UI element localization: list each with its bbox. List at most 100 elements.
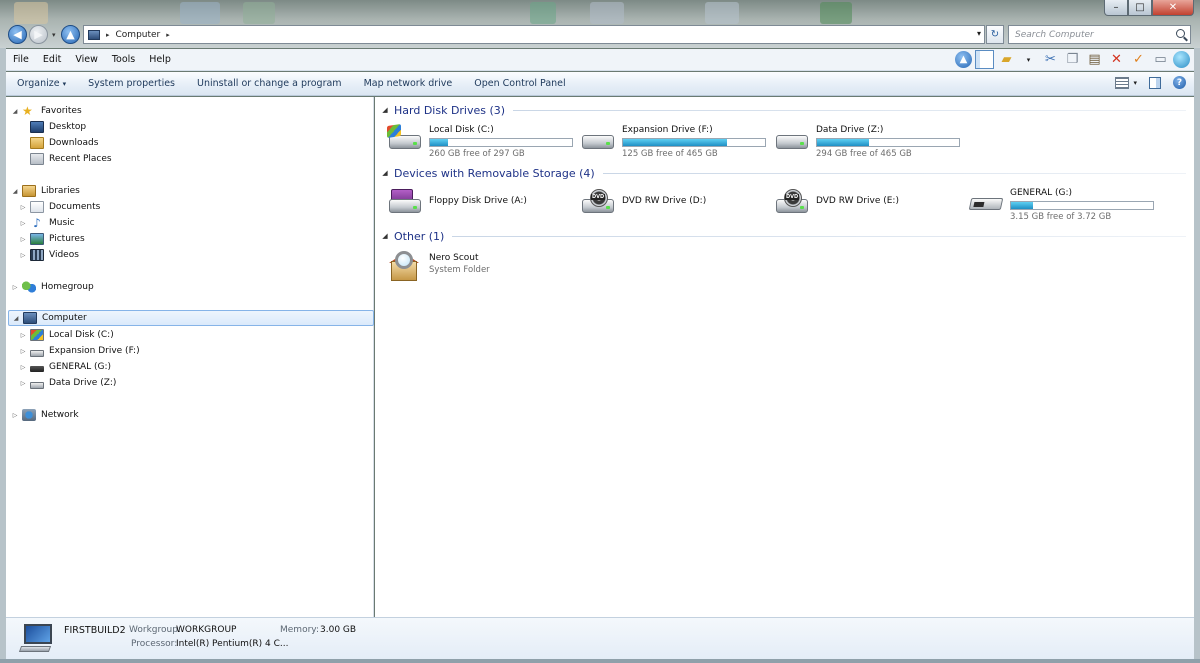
search-input[interactable]: Search Computer (1008, 25, 1191, 44)
menu-file[interactable]: File (6, 54, 36, 65)
collapse-icon[interactable]: ◢ (381, 106, 389, 114)
nav-favorites[interactable]: ◢ ★ Favorites (11, 103, 82, 119)
drive-tile-dvd-d[interactable]: DVD DVD RW Drive (D:) (574, 185, 764, 221)
documents-icon (30, 201, 44, 213)
nav-desktop[interactable]: Desktop (30, 119, 86, 135)
drive-tile-data-drive-z[interactable]: Data Drive (Z:) 294 GB free of 465 GB (768, 121, 960, 159)
collapse-icon[interactable]: ◢ (381, 169, 389, 177)
forward-button[interactable]: ▶ (29, 25, 48, 44)
nav-expansion-drive-f[interactable]: ▷ Expansion Drive (F:) (19, 343, 140, 359)
globe-icon[interactable] (1173, 51, 1190, 68)
floppy-drive-icon (387, 189, 421, 217)
collapse-icon[interactable]: ▷ (19, 332, 27, 339)
drive-tile-floppy-a[interactable]: Floppy Disk Drive (A:) (381, 185, 571, 221)
videos-icon (30, 249, 44, 261)
help-icon[interactable]: ? (1173, 76, 1186, 89)
computer-icon (88, 29, 100, 40)
breadcrumb-separator[interactable]: ▸ (106, 31, 110, 39)
paste-icon[interactable]: ▤ (1085, 50, 1104, 69)
copy-icon[interactable]: ❐ (1063, 50, 1082, 69)
folder-options-icon[interactable]: ▰ (997, 50, 1016, 69)
nav-network[interactable]: ▷ Network (11, 407, 79, 423)
minimize-button[interactable]: – (1104, 0, 1128, 16)
nav-label: Data Drive (Z:) (49, 378, 117, 388)
expand-icon[interactable]: ◢ (12, 315, 20, 322)
menu-tools[interactable]: Tools (105, 54, 142, 65)
drive-usage-bar (1010, 201, 1154, 210)
group-header-hard-disk-drives[interactable]: ◢ Hard Disk Drives (3) (381, 102, 1186, 118)
uninstall-program-button[interactable]: Uninstall or change a program (186, 78, 353, 89)
system-properties-button[interactable]: System properties (77, 78, 186, 89)
group-title: Other (1) (394, 229, 445, 243)
group-header-other[interactable]: ◢ Other (1) (381, 228, 1186, 244)
nav-music[interactable]: ▷ ♪ Music (19, 215, 75, 231)
blurred-background (180, 2, 220, 24)
collapse-icon[interactable]: ▷ (19, 380, 27, 387)
nav-libraries[interactable]: ◢ Libraries (11, 183, 80, 199)
chevron-down-icon: ▾ (1133, 78, 1137, 87)
nav-label: Network (41, 410, 79, 420)
nav-label: Recent Places (49, 154, 112, 164)
back-button[interactable]: ◀ (8, 25, 27, 44)
organize-button[interactable]: Organize ▾ (6, 78, 77, 89)
drive-tile-expansion-drive-f[interactable]: Expansion Drive (F:) 125 GB free of 465 … (574, 121, 766, 159)
nav-homegroup[interactable]: ▷ Homegroup (11, 279, 94, 295)
item-tile-nero-scout[interactable]: Nero Scout System Folder (381, 249, 571, 285)
dropdown-icon[interactable]: ▾ (1019, 50, 1038, 69)
usb-drive-icon (30, 366, 44, 372)
address-bar[interactable]: ▸ Computer ▸ ▾ (83, 25, 985, 44)
collapse-icon[interactable]: ▷ (19, 364, 27, 371)
close-button[interactable]: ✕ (1152, 0, 1194, 16)
nav-documents[interactable]: ▷ Documents (19, 199, 100, 215)
collapse-icon[interactable]: ▷ (19, 236, 27, 243)
maximize-button[interactable]: □ (1128, 0, 1152, 16)
search-icon[interactable] (1176, 29, 1185, 38)
nav-videos[interactable]: ▷ Videos (19, 247, 79, 263)
group-header-removable-storage[interactable]: ◢ Devices with Removable Storage (4) (381, 165, 1186, 181)
breadcrumb-computer[interactable]: Computer (116, 30, 161, 40)
nav-recent-places[interactable]: Recent Places (30, 151, 112, 167)
menu-help[interactable]: Help (142, 54, 178, 65)
collapse-icon[interactable]: ▷ (19, 220, 27, 227)
drive-tile-local-disk-c[interactable]: Local Disk (C:) 260 GB free of 297 GB (381, 121, 573, 159)
recent-pages-dropdown[interactable]: ▾ (52, 31, 56, 39)
collapse-icon[interactable]: ▷ (11, 412, 19, 419)
up-icon[interactable]: ▲ (955, 51, 972, 68)
drive-tile-general-g[interactable]: GENERAL (G:) 3.15 GB free of 3.72 GB (962, 184, 1154, 222)
nav-label: Documents (49, 202, 101, 212)
up-button[interactable]: ▲ (61, 25, 80, 44)
drive-tile-dvd-e[interactable]: DVD DVD RW Drive (E:) (768, 185, 958, 221)
workgroup-label: Workgroup: (129, 625, 181, 635)
nav-data-drive-z[interactable]: ▷ Data Drive (Z:) (19, 375, 116, 391)
breadcrumb-separator[interactable]: ▸ (166, 31, 170, 39)
menu-edit[interactable]: Edit (36, 54, 68, 65)
nav-local-disk-c[interactable]: ▷ Local Disk (C:) (19, 327, 114, 343)
preview-pane-toggle-icon[interactable] (1149, 76, 1161, 89)
collapse-icon[interactable]: ◢ (381, 232, 389, 240)
nav-pictures[interactable]: ▷ Pictures (19, 231, 85, 247)
collapse-icon[interactable]: ▷ (19, 204, 27, 211)
rename-icon[interactable]: ▭ (1151, 50, 1170, 69)
properties-icon[interactable]: ✓ (1129, 50, 1148, 69)
drive-usage-bar (816, 138, 960, 147)
collapse-icon[interactable]: ▷ (19, 348, 27, 355)
address-dropdown[interactable]: ▾ (977, 29, 981, 38)
blurred-background (243, 2, 275, 24)
open-control-panel-button[interactable]: Open Control Panel (463, 78, 576, 89)
delete-icon[interactable]: ✕ (1107, 50, 1126, 69)
nav-computer[interactable]: ◢ Computer (8, 310, 374, 326)
expand-icon[interactable]: ◢ (11, 108, 19, 115)
refresh-button[interactable]: ↻ (986, 25, 1004, 44)
menu-view[interactable]: View (68, 54, 105, 65)
nav-general-g[interactable]: ▷ GENERAL (G:) (19, 359, 111, 375)
map-network-drive-button[interactable]: Map network drive (353, 78, 464, 89)
nav-label: Local Disk (C:) (49, 330, 114, 340)
expand-icon[interactable]: ◢ (11, 188, 19, 195)
change-view-button[interactable]: ▾ (1115, 76, 1137, 89)
desktop-icon (30, 121, 44, 133)
cut-icon[interactable]: ✂ (1041, 50, 1060, 69)
collapse-icon[interactable]: ▷ (11, 284, 19, 291)
collapse-icon[interactable]: ▷ (19, 252, 27, 259)
preview-pane-icon[interactable] (975, 50, 994, 69)
nav-downloads[interactable]: Downloads (30, 135, 98, 151)
